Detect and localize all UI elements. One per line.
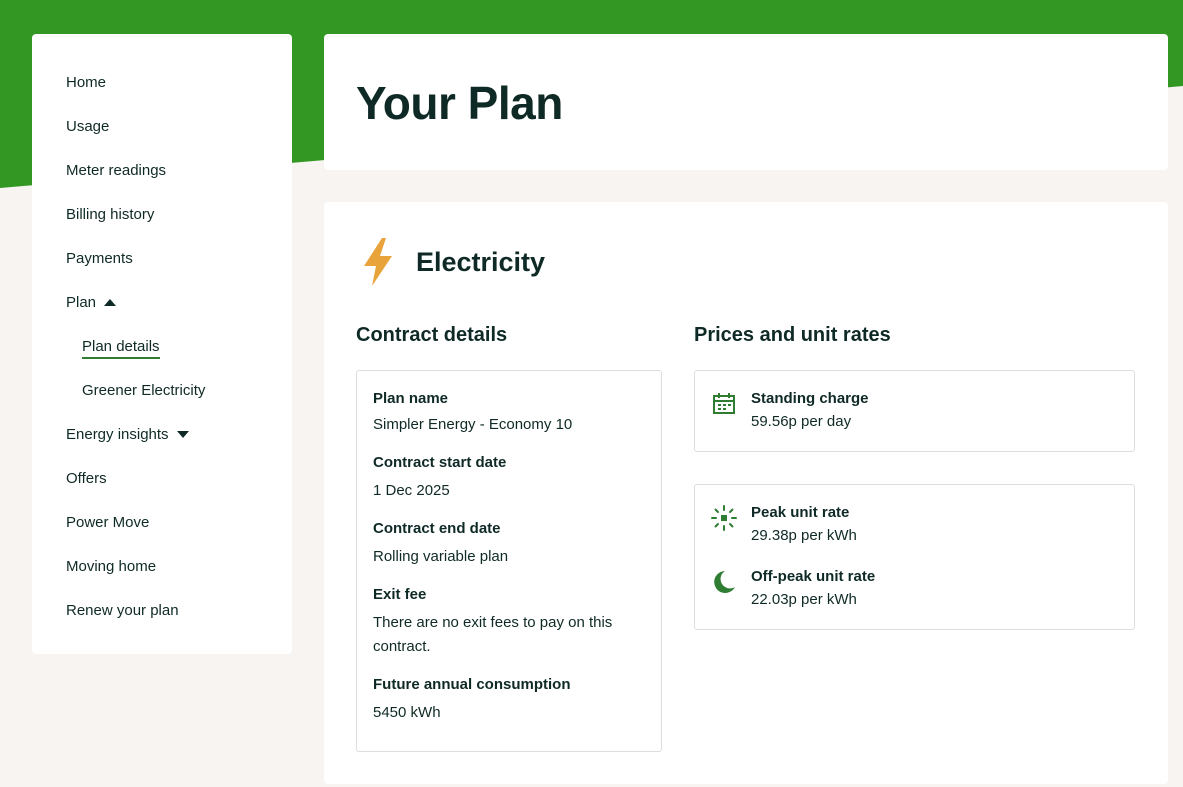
sidebar-item-label: Plan [66,293,97,311]
field-value: Rolling variable plan [373,548,509,565]
sidebar-item-plan-details[interactable]: Plan details [32,324,292,368]
sidebar-item-plan[interactable]: Plan [32,280,292,324]
caret-up-icon [104,298,117,306]
contract-details-box: Plan name Simpler Energy - Economy 10 Co… [356,370,662,752]
sidebar-item-label: Plan details [82,338,160,359]
sidebar-item-label: Renew your plan [66,601,179,619]
moon-icon [714,571,735,593]
unit-rates-box: Peak unit rate 29.38p per kWh Off-peak u… [694,484,1135,630]
field-label: Future annual consumption [373,676,571,693]
sidebar-item-label: Moving home [66,557,157,575]
sidebar-item-moving-home[interactable]: Moving home [32,544,292,588]
field-label: Exit fee [373,586,427,603]
sidebar-item-label: Home [66,73,107,91]
sidebar-item-home[interactable]: Home [32,60,292,104]
sun-icon [711,505,737,531]
sidebar-item-usage[interactable]: Usage [32,104,292,148]
sidebar-item-label: Billing history [66,205,155,223]
sidebar-item-label: Offers [66,469,107,487]
sidebar-item-label: Payments [66,249,133,267]
sidebar-item-meter-readings[interactable]: Meter readings [32,148,292,192]
field-value: Simpler Energy - Economy 10 [373,416,573,433]
contract-details-title: Contract details [356,324,508,346]
annual-consumption-field: Future annual consumption 5450 kWh [373,675,645,725]
contract-start-date-field: Contract start date 1 Dec 2025 [373,453,645,503]
caret-down-icon [176,430,189,438]
contract-end-date-field: Contract end date Rolling variable plan [373,519,645,569]
field-label: Contract end date [373,520,501,537]
sidebar-item-label: Usage [66,117,110,135]
standing-charge-label: Standing charge [751,390,869,407]
field-label: Plan name [373,390,449,407]
plan-name-field: Plan name Simpler Energy - Economy 10 [373,389,645,437]
calendar-icon [713,393,735,414]
standing-charge-box: Standing charge 59.56p per day [694,370,1135,452]
page-title-card: Your Plan [324,34,1168,170]
sidebar-item-power-move[interactable]: Power Move [32,500,292,544]
sidebar-item-label: Power Move [66,513,150,531]
sidebar-item-greener-electricity[interactable]: Greener Electricity [32,368,292,412]
offpeak-rate-label: Off-peak unit rate [751,568,876,585]
sidebar-item-energy-insights[interactable]: Energy insights [32,412,292,456]
sidebar-item-offers[interactable]: Offers [32,456,292,500]
electricity-heading: Electricity [416,246,546,277]
offpeak-rate-value: 22.03p per kWh [751,591,857,608]
electricity-card: Electricity Contract details Prices and … [324,202,1168,784]
sidebar-item-billing-history[interactable]: Billing history [32,192,292,236]
exit-fee-field: Exit fee There are no exit fees to pay o… [373,585,645,659]
field-value: 1 Dec 2025 [373,482,450,499]
sidebar-item-label: Greener Electricity [82,381,206,399]
prices-title: Prices and unit rates [694,324,891,346]
peak-rate-label: Peak unit rate [751,504,850,521]
peak-rate-value: 29.38p per kWh [751,527,857,544]
field-value: 5450 kWh [373,704,441,721]
sidebar-item-label: Energy insights [66,425,169,443]
page-title: Your Plan [356,77,563,129]
sidebar-item-renew-your-plan[interactable]: Renew your plan [32,588,292,632]
standing-charge-row: Standing charge 59.56p per day [711,389,1118,433]
electricity-header: Electricity [358,236,545,288]
sidebar-item-payments[interactable]: Payments [32,236,292,280]
lightning-bolt-icon [364,238,392,286]
standing-charge-value: 59.56p per day [751,413,852,430]
sidebar-nav: Home Usage Meter readings Billing histor… [32,34,292,654]
field-value: There are no exit fees to pay on this co… [373,614,613,655]
sidebar-item-label: Meter readings [66,161,167,179]
peak-rate-row: Peak unit rate 29.38p per kWh [711,503,1118,547]
offpeak-rate-row: Off-peak unit rate 22.03p per kWh [711,567,1118,611]
field-label: Contract start date [373,454,507,471]
